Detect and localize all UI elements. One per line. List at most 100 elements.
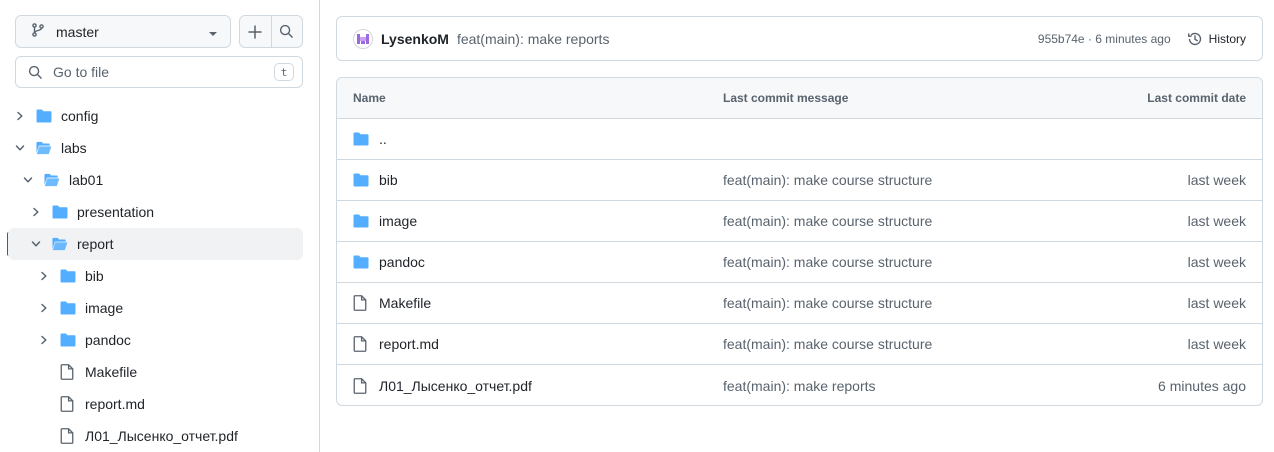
row-name-cell: image	[353, 213, 723, 229]
folder-icon	[60, 332, 76, 348]
add-file-button[interactable]	[240, 16, 271, 47]
row-commit-message[interactable]: feat(main): make course structure	[723, 213, 1046, 229]
file-icon	[353, 336, 369, 352]
table-row[interactable]: Л01_Лысенко_отчет.pdf feat(main): make r…	[337, 365, 1262, 405]
tree-item-label: pandoc	[85, 332, 131, 348]
commit-message[interactable]: feat(main): make reports	[457, 31, 1038, 47]
header-message: Last commit message	[723, 91, 849, 105]
table-header: Name Last commit message Last commit dat…	[337, 78, 1262, 119]
tree-item-label: lab01	[69, 172, 104, 188]
file-icon	[60, 364, 76, 380]
chevron-right-icon[interactable]	[12, 108, 28, 124]
row-commit-message[interactable]: feat(main): make reports	[723, 378, 1046, 394]
row-commit-date: last week	[1187, 295, 1246, 311]
row-commit-message[interactable]: feat(main): make course structure	[723, 172, 1046, 188]
search-icon	[28, 65, 42, 79]
table-row[interactable]: pandoc feat(main): make course structure…	[337, 242, 1262, 283]
row-name-link[interactable]: bib	[379, 172, 398, 188]
chevron-right-icon[interactable]	[36, 332, 52, 348]
go-to-file-input[interactable]: Go to file t	[15, 56, 303, 88]
search-tree-button[interactable]	[270, 16, 303, 47]
tree-item-pandoc[interactable]: pandoc	[8, 324, 303, 356]
folder-open-icon	[52, 236, 68, 252]
row-commit-date: last week	[1187, 213, 1246, 229]
table-row[interactable]: image feat(main): make course structure …	[337, 201, 1262, 242]
row-name-cell: bib	[353, 172, 723, 188]
tree-item-bib[interactable]: bib	[8, 260, 303, 292]
header-date: Last commit date	[1147, 91, 1246, 105]
file-tree-sidebar: master Go to file t config labs lab01 prese…	[0, 0, 320, 452]
row-name-link[interactable]: image	[379, 213, 417, 229]
tree-item-л01-лысенко-отчет-pdf[interactable]: Л01_Лысенко_отчет.pdf	[8, 420, 303, 452]
tree-item-label: image	[85, 300, 124, 316]
tree-actions	[239, 15, 303, 48]
tree-item-label: bib	[85, 268, 104, 284]
row-commit-message[interactable]: feat(main): make course structure	[723, 254, 1046, 270]
history-button[interactable]: History	[1187, 31, 1246, 47]
tree-item-image[interactable]: image	[8, 292, 303, 324]
tree-item-report[interactable]: report	[8, 228, 303, 260]
branch-selector[interactable]: master	[15, 15, 231, 48]
table-row[interactable]: bib feat(main): make course structure la…	[337, 160, 1262, 201]
tree-item-makefile[interactable]: Makefile	[8, 356, 303, 388]
avatar[interactable]	[353, 28, 373, 49]
folder-icon	[353, 213, 369, 229]
tree-item-presentation[interactable]: presentation	[8, 196, 303, 228]
tree-item-label: report.md	[85, 396, 145, 412]
chevron-down-icon[interactable]	[20, 172, 36, 188]
folder-icon	[353, 172, 369, 188]
table-row[interactable]: Makefile feat(main): make course structu…	[337, 283, 1262, 324]
row-name-link[interactable]: report.md	[379, 336, 439, 352]
file-icon	[353, 295, 369, 311]
tree-item-lab01[interactable]: lab01	[8, 164, 303, 196]
header-name: Name	[353, 91, 386, 105]
caret-down-icon	[208, 24, 218, 40]
row-commit-date: 6 minutes ago	[1158, 377, 1246, 394]
tree-item-label: Makefile	[85, 364, 138, 380]
file-icon	[353, 377, 369, 394]
plus-icon	[248, 24, 262, 39]
file-icon	[60, 428, 76, 444]
tree-item-labs[interactable]: labs	[8, 132, 303, 164]
tree-item-label: config	[61, 108, 99, 124]
tree-item-report-md[interactable]: report.md	[8, 388, 303, 420]
tree-item-label: presentation	[77, 204, 155, 220]
keyboard-shortcut-hint: t	[274, 63, 294, 81]
folder-icon	[60, 268, 76, 284]
chevron-down-icon[interactable]	[28, 236, 44, 252]
go-to-file-placeholder: Go to file	[53, 64, 110, 80]
row-name-cell: report.md	[353, 336, 723, 352]
table-row[interactable]: ..	[337, 119, 1262, 160]
folder-icon	[60, 300, 76, 316]
row-name-link[interactable]: ..	[379, 131, 387, 147]
chevron-down-icon[interactable]	[12, 140, 28, 156]
chevron-right-icon[interactable]	[36, 300, 52, 316]
tree-item-label: Л01_Лысенко_отчет.pdf	[85, 428, 238, 444]
row-name-cell: ..	[353, 131, 723, 147]
table-row[interactable]: report.md feat(main): make course struct…	[337, 324, 1262, 365]
row-name-cell: Makefile	[353, 295, 723, 311]
row-commit-date: last week	[1187, 172, 1246, 188]
branch-name: master	[56, 23, 99, 40]
folder-icon	[52, 204, 68, 220]
commit-meta[interactable]: 955b74e · 6 minutes ago	[1038, 32, 1171, 46]
row-commit-message[interactable]: feat(main): make course structure	[723, 295, 1046, 311]
tree-item-label: report	[77, 236, 114, 252]
file-icon	[60, 396, 76, 412]
row-commit-message[interactable]: feat(main): make course structure	[723, 336, 1046, 352]
folder-open-icon	[44, 172, 60, 188]
history-label: History	[1208, 31, 1246, 46]
chevron-right-icon[interactable]	[28, 204, 44, 220]
git-branch-icon	[30, 22, 46, 41]
row-name-link[interactable]: Makefile	[379, 295, 431, 311]
tree-item-config[interactable]: config	[8, 100, 303, 132]
row-name-cell: Л01_Лысенко_отчет.pdf	[353, 378, 723, 394]
commit-author[interactable]: LysenkoM	[381, 31, 449, 47]
row-name-link[interactable]: Л01_Лысенко_отчет.pdf	[379, 378, 532, 394]
row-name-link[interactable]: pandoc	[379, 254, 425, 270]
chevron-right-icon[interactable]	[36, 268, 52, 284]
folder-open-icon	[36, 140, 52, 156]
